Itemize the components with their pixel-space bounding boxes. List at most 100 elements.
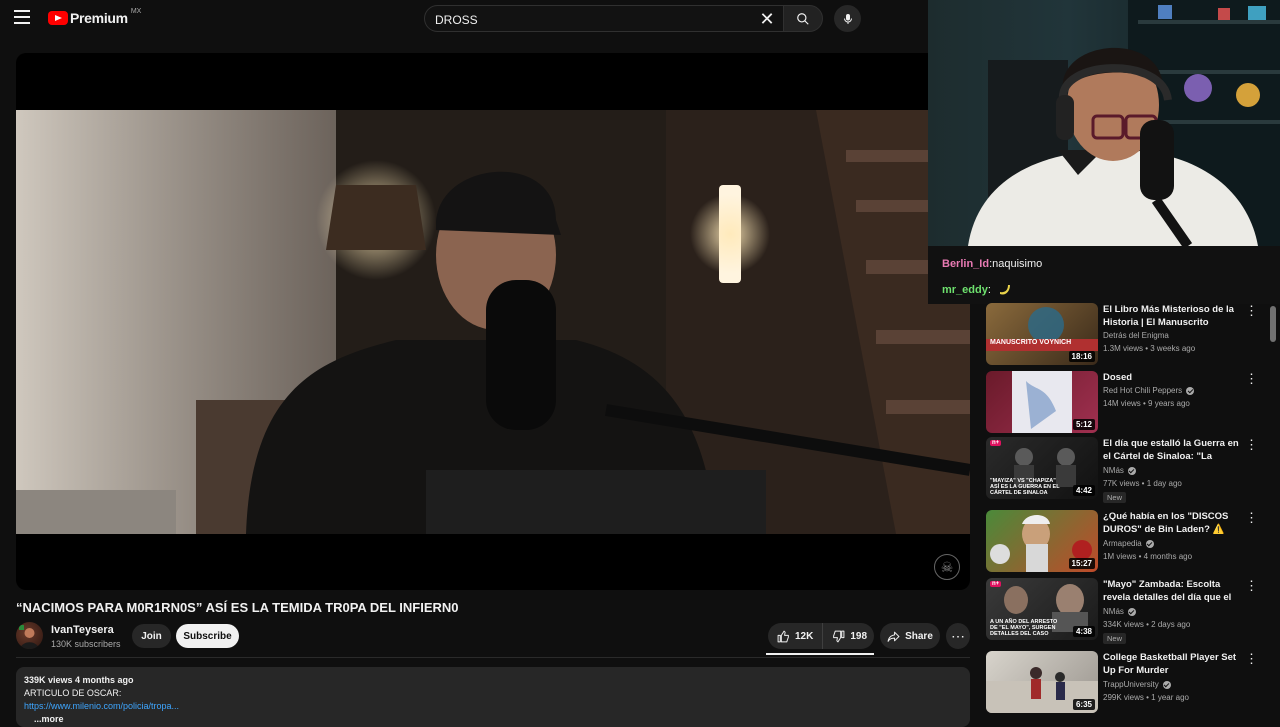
video-duration: 18:16 bbox=[1068, 351, 1095, 362]
show-more-link[interactable]: ...more bbox=[34, 714, 64, 724]
search-icon bbox=[797, 12, 809, 25]
share-button[interactable]: Share bbox=[880, 623, 940, 649]
video-stats: 334K views • 2 days ago bbox=[1103, 620, 1191, 629]
video-title: ¿Qué había en los "DISCOS DUROS" de Bin … bbox=[1103, 511, 1229, 535]
channel-tag: n+ bbox=[990, 581, 1002, 587]
video-title: Dosed bbox=[1103, 372, 1133, 383]
recommended-video[interactable]: 15:27 ¿Qué había en los "DISCOS DUROS" d… bbox=[986, 510, 1260, 574]
more-options-icon[interactable]: ⋮ bbox=[1245, 438, 1258, 453]
channel-name[interactable]: IvanTeysera bbox=[51, 624, 114, 636]
clear-search-icon[interactable]: ✕ bbox=[757, 9, 777, 29]
logo-country-code: MX bbox=[130, 7, 142, 15]
search-box: ✕ bbox=[424, 5, 784, 32]
more-options-icon[interactable]: ⋮ bbox=[1245, 579, 1258, 594]
recommended-video[interactable]: 5:12 Dosed Red Hot Chili Peppers 14M vie… bbox=[986, 371, 1260, 435]
like-dislike-group: 12K 198 bbox=[768, 623, 874, 649]
youtube-premium-logo[interactable]: Premium MX bbox=[48, 7, 142, 26]
like-button[interactable]: 12K bbox=[768, 623, 824, 649]
recommended-video[interactable]: MANUSCRITO VOYNICH 18:16 El Libro Más Mi… bbox=[986, 303, 1260, 367]
menu-icon[interactable] bbox=[14, 10, 34, 26]
verified-icon bbox=[1127, 607, 1136, 616]
video-stats: 1M views • 4 months ago bbox=[1103, 552, 1193, 561]
channel-name: Red Hot Chili Peppers bbox=[1103, 386, 1195, 395]
description-link[interactable]: https://www.milenio.com/policia/tropa... bbox=[24, 701, 179, 711]
channel-watermark-icon[interactable]: ☠ bbox=[934, 554, 960, 580]
video-scene bbox=[16, 110, 970, 534]
channel-name: NMás bbox=[1103, 607, 1136, 616]
join-button[interactable]: Join bbox=[132, 624, 171, 648]
thumbs-down-icon bbox=[833, 630, 845, 642]
like-ratio-bar bbox=[766, 653, 874, 655]
chat-message: mr_eddy: bbox=[942, 282, 1013, 298]
divider bbox=[16, 657, 970, 658]
share-icon bbox=[887, 631, 900, 642]
stream-chat: Berlin_Id: naquisimo mr_eddy: bbox=[928, 246, 1280, 304]
more-options-icon[interactable]: ⋮ bbox=[1245, 304, 1258, 319]
share-label: Share bbox=[905, 630, 933, 642]
description-box[interactable]: 339K views 4 months ago ARTICULO DE OSCA… bbox=[16, 667, 970, 727]
video-duration: 4:42 bbox=[1072, 485, 1095, 496]
sidebar-scrollbar[interactable] bbox=[1270, 306, 1276, 342]
avatar-image bbox=[19, 625, 39, 649]
more-options-icon[interactable]: ⋮ bbox=[1245, 372, 1258, 387]
video-stats: 14M views • 9 years ago bbox=[1103, 399, 1190, 408]
channel-name: TrappUniversity bbox=[1103, 680, 1171, 689]
video-thumbnail: 6:35 bbox=[986, 651, 1098, 713]
video-title: El Libro Más Misterioso de la Historia |… bbox=[1103, 304, 1234, 328]
verified-icon bbox=[1127, 466, 1136, 475]
video-duration: 6:35 bbox=[1072, 699, 1095, 710]
thumbs-up-icon bbox=[777, 630, 789, 642]
recommended-video[interactable]: n+ A UN AÑO DEL ARRESTO DE "EL MAYO", SU… bbox=[986, 578, 1260, 644]
video-duration: 15:27 bbox=[1068, 558, 1095, 569]
chat-message: Berlin_Id: naquisimo bbox=[942, 258, 1043, 270]
thumbnail-text: A UN AÑO DEL ARRESTO DE "EL MAYO", SURGE… bbox=[990, 619, 1058, 637]
dislike-count: 198 bbox=[850, 630, 868, 642]
verified-icon bbox=[1186, 386, 1195, 395]
recommended-video[interactable]: 6:35 College Basketball Player Set Up Fo… bbox=[986, 651, 1260, 715]
more-actions-button[interactable]: ⋯ bbox=[946, 623, 970, 649]
video-thumbnail: n+ A UN AÑO DEL ARRESTO DE "EL MAYO", SU… bbox=[986, 578, 1098, 640]
subscriber-count: 130K subscribers bbox=[51, 639, 121, 649]
chat-username: mr_eddy bbox=[942, 284, 988, 296]
recommended-video[interactable]: n+ "MAYIZA" VS "CHAPIZA" ASÍ ES LA GUERR… bbox=[986, 437, 1260, 503]
subscribe-button[interactable]: Subscribe bbox=[176, 624, 239, 648]
like-count: 12K bbox=[795, 630, 814, 642]
description-text: ARTICULO DE OSCAR: bbox=[24, 688, 122, 698]
banana-emote-icon bbox=[999, 285, 1010, 295]
channel-name: Armapedia bbox=[1103, 539, 1154, 548]
video-duration: 5:12 bbox=[1072, 419, 1095, 430]
video-title: “NACIMOS PARA M0R1RN0S” ASÍ ES LA TEMIDA… bbox=[16, 600, 459, 615]
video-thumbnail: n+ "MAYIZA" VS "CHAPIZA" ASÍ ES LA GUERR… bbox=[986, 437, 1098, 499]
voice-search-button[interactable] bbox=[834, 5, 861, 32]
microphone-icon bbox=[843, 13, 852, 24]
search-button[interactable] bbox=[783, 5, 823, 32]
verified-icon bbox=[1162, 680, 1171, 689]
new-badge: New bbox=[1103, 633, 1127, 644]
dislike-button[interactable]: 198 bbox=[823, 623, 876, 649]
verified-icon bbox=[1145, 539, 1154, 548]
logo-brand-text: Premium bbox=[70, 10, 128, 26]
video-thumbnail: MANUSCRITO VOYNICH 18:16 bbox=[986, 303, 1098, 365]
channel-name: Detrás del Enigma bbox=[1103, 331, 1169, 340]
chat-username: Berlin_Id bbox=[942, 258, 990, 270]
video-duration: 4:38 bbox=[1072, 626, 1095, 637]
more-options-icon[interactable]: ⋮ bbox=[1245, 511, 1258, 526]
search-input[interactable] bbox=[435, 12, 735, 27]
video-thumbnail: 15:27 bbox=[986, 510, 1098, 572]
video-title: El día que estalló la Guerra en el Cárte… bbox=[1103, 438, 1239, 462]
thumbnail-text: "MAYIZA" VS "CHAPIZA" ASÍ ES LA GUERRA E… bbox=[990, 478, 1060, 496]
video-frame bbox=[16, 110, 970, 534]
video-title: "Mayo" Zambada: Escolta revela detalles … bbox=[1103, 579, 1232, 603]
channel-avatar[interactable] bbox=[16, 622, 43, 649]
video-stats: 299K views • 1 year ago bbox=[1103, 693, 1189, 702]
video-title: College Basketball Player Set Up For Mur… bbox=[1103, 652, 1237, 676]
video-player[interactable]: ☠ bbox=[16, 53, 970, 590]
webcam-overlay bbox=[928, 0, 1280, 246]
video-stats: 77K views • 1 day ago bbox=[1103, 479, 1182, 488]
more-options-icon[interactable]: ⋮ bbox=[1245, 652, 1258, 667]
channel-tag: n+ bbox=[990, 440, 1002, 446]
youtube-play-icon bbox=[48, 11, 68, 25]
video-thumbnail: 5:12 bbox=[986, 371, 1098, 433]
new-badge: New bbox=[1103, 492, 1127, 503]
chat-text: naquisimo bbox=[992, 258, 1043, 270]
